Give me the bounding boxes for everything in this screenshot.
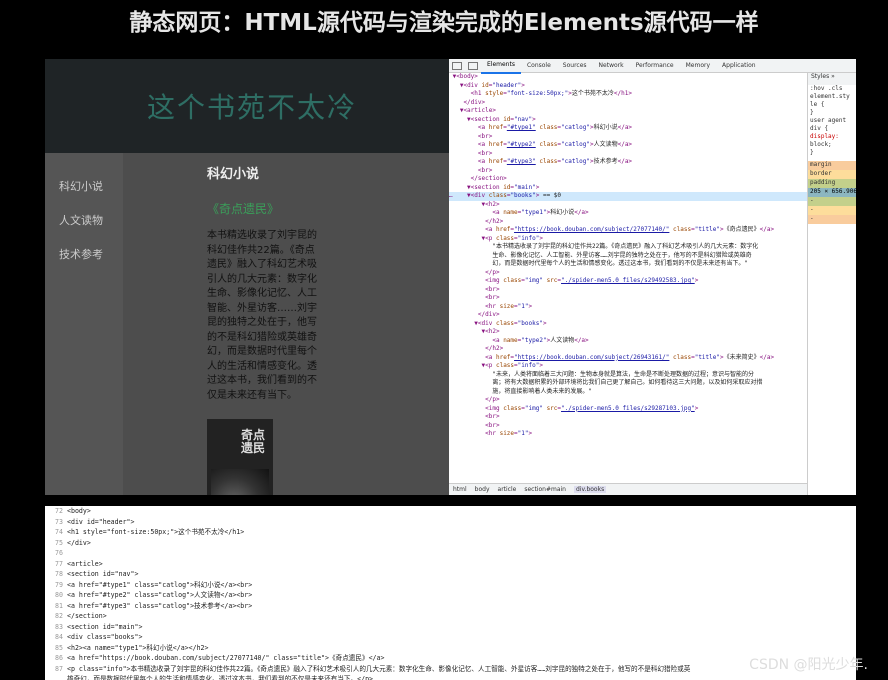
source-line: 85 <h2><a name="type1">科幻小说</a></h2> (55, 643, 209, 652)
site-header: 这个书苑不太冷 (45, 59, 449, 153)
section-heading: 科幻小说 (207, 167, 260, 182)
crumb-article[interactable]: article (498, 486, 517, 493)
watermark: CSDN @阳光少年. (749, 657, 868, 673)
book-cover-image: 奇点遗民 (207, 419, 273, 495)
rendered-page-panel: 这个书苑不太冷 科幻小说 人文读物 技术参考 科幻小说 《奇点遗民》 本书精选收… (45, 59, 449, 495)
source-line: 80 <a href="#type2" class="catlog">人文读物<… (55, 591, 253, 599)
tab-application[interactable]: Application (716, 59, 762, 73)
tab-sources[interactable]: Sources (557, 59, 593, 73)
source-line: 82 </section> (55, 612, 107, 620)
source-line: 76 (55, 549, 63, 557)
source-line: 74 <h1 style="font-size:50px;">这个书苑不太冷</… (55, 528, 245, 536)
breadcrumb: html body article section#main div.books (449, 483, 807, 495)
source-line: 84 <div class="books"> (55, 633, 143, 641)
crumb-body[interactable]: body (475, 486, 490, 493)
tab-console[interactable]: Console (521, 59, 557, 73)
devtools-panel: Elements Console Sources Network Perform… (449, 59, 856, 495)
inspect-icon[interactable] (452, 61, 462, 70)
page-title: 静态网页：HTML源代码与渲染完成的Elements源代码一样 (129, 10, 759, 36)
crumb-html[interactable]: html (453, 486, 467, 493)
crumb-div[interactable]: div.books (573, 486, 607, 493)
source-line: 81 <a href="#type3" class="catlog">技术参考<… (55, 601, 253, 610)
tab-network[interactable]: Network (593, 59, 630, 73)
book-info: 本书精选收录了刘宇昆的科幻佳作共22篇。《奇点遗民》融入了科幻艺术吸引人的几大元… (207, 230, 317, 401)
tab-memory[interactable]: Memory (680, 59, 716, 73)
styles-filter[interactable]: :hov .cls (808, 85, 856, 93)
source-line: 86 <a href="https://book.douban.com/subj… (55, 654, 385, 662)
source-line: 87 <p class="info">本书精选收录了刘宇昆的科幻佳作共22篇。《… (55, 664, 691, 673)
source-code-panel: 72 <body> 73 <div id="header"> 74 <h1 style… (45, 506, 856, 680)
site-main: 科幻小说 《奇点遗民》 本书精选收录了刘宇昆的科幻佳作共22篇。《奇点遗民》融入… (123, 153, 449, 495)
book-title-link[interactable]: 《奇点遗民》 (207, 200, 449, 217)
source-line: 78 <section id="nav"> (55, 570, 139, 578)
nav-link-humanities[interactable]: 人文读物 (45, 213, 123, 247)
styles-tab[interactable]: Styles » (808, 73, 856, 85)
dom-tree[interactable]: ▼<body> ▼<div id="header"> <h1 style="fo… (449, 73, 807, 483)
devtools-tab-bar: Elements Console Sources Network Perform… (449, 59, 856, 74)
source-line: 77 <article> (55, 559, 103, 568)
source-line: 雄奇幻，而是数据时代里每个人的生活和情感变化。透过这本书，我们看到的不仅是未来还… (67, 675, 374, 680)
styles-pane: Styles » :hov .cls element.sty le { } us… (807, 73, 856, 495)
tab-elements[interactable]: Elements (481, 59, 521, 74)
box-model: margin border padding 205 × 656.906 - - … (808, 161, 856, 224)
source-line: 73 <div id="header"> (55, 517, 135, 526)
source-line: 83 <section id="main"> (55, 622, 143, 631)
source-line: 79 <a href="#type1" class="catlog">科幻小说<… (55, 580, 253, 589)
nav-link-scifi[interactable]: 科幻小说 (45, 179, 123, 213)
site-nav: 科幻小说 人文读物 技术参考 (45, 153, 123, 495)
site-title: 这个书苑不太冷 (147, 91, 358, 124)
tab-performance[interactable]: Performance (630, 59, 680, 73)
crumb-section[interactable]: section#main (524, 486, 566, 493)
source-line: 75 </div> (55, 538, 91, 547)
source-line: 72 <body> (55, 507, 91, 515)
nav-link-tech[interactable]: 技术参考 (45, 247, 123, 281)
device-toggle-icon[interactable] (468, 61, 478, 70)
